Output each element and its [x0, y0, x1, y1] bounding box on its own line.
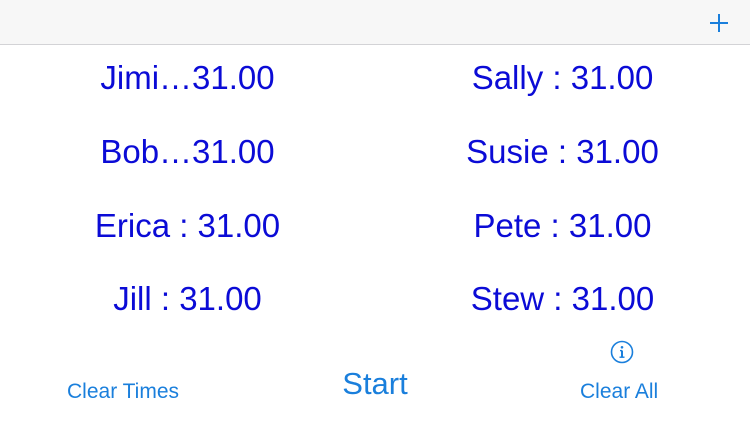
start-button[interactable]: Start: [342, 366, 407, 401]
info-button[interactable]: [610, 340, 634, 364]
navigation-bar: [0, 0, 750, 45]
timer-jimi[interactable]: Jimi…31.00: [0, 43, 375, 113]
clear-all-button[interactable]: Clear All: [580, 380, 658, 404]
timer-erica[interactable]: Erica : 31.00: [0, 191, 375, 261]
timer-bob[interactable]: Bob…31.00: [0, 117, 375, 187]
clear-times-button[interactable]: Clear Times: [67, 380, 179, 404]
plus-icon: [710, 14, 728, 32]
timer-jill[interactable]: Jill : 31.00: [0, 264, 375, 334]
add-button[interactable]: [702, 6, 736, 40]
timer-sally[interactable]: Sally : 31.00: [375, 43, 750, 113]
timer-pete[interactable]: Pete : 31.00: [375, 191, 750, 261]
info-icon: [610, 340, 634, 364]
timer-susie[interactable]: Susie : 31.00: [375, 117, 750, 187]
timer-stew[interactable]: Stew : 31.00: [375, 264, 750, 334]
